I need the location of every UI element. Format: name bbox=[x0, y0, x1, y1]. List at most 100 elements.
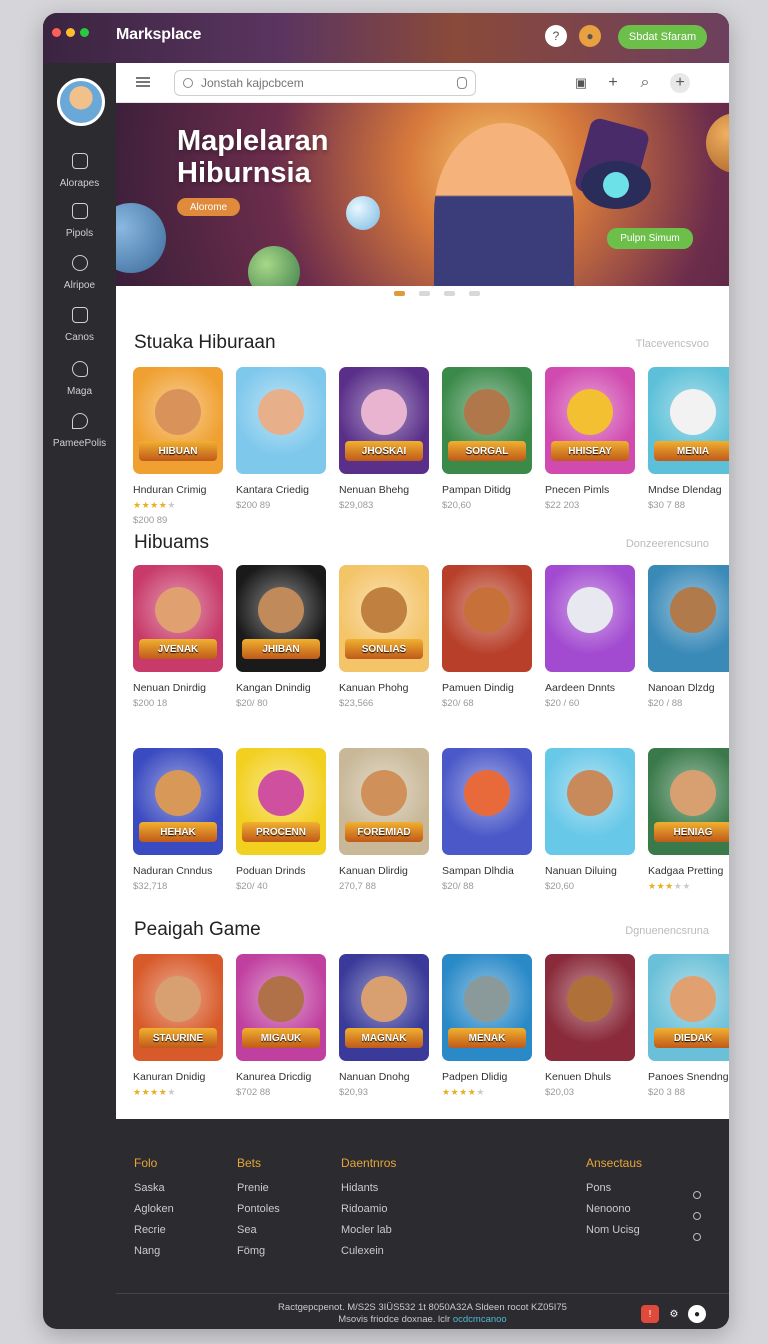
flag-icon[interactable]: ! bbox=[641, 1305, 659, 1323]
game-thumbnail[interactable]: MAGNAK bbox=[339, 954, 429, 1061]
sidebar-item-alorapes[interactable]: Alorapes bbox=[43, 153, 116, 191]
minimize-window-button[interactable] bbox=[66, 28, 75, 37]
game-thumbnail[interactable]: HEHAK bbox=[133, 748, 223, 855]
see-all-link[interactable]: Tlacevencsvoo bbox=[636, 338, 709, 350]
game-card[interactable]: Sampan Dlhdia $20/ 88 bbox=[442, 748, 532, 892]
game-thumbnail[interactable] bbox=[648, 565, 729, 672]
footer-radio[interactable] bbox=[693, 1212, 701, 1220]
game-thumbnail[interactable]: MENIA bbox=[648, 367, 729, 474]
sidebar-item-alripoe[interactable]: Alripoe bbox=[43, 255, 116, 293]
game-name[interactable]: Kangan Dnindig bbox=[236, 682, 326, 694]
sidebar-item-pipols[interactable]: Pipols bbox=[43, 203, 116, 241]
game-name[interactable]: Kenuen Dhuls bbox=[545, 1071, 635, 1083]
game-card[interactable]: JVENAK Nenuan Dnirdig $200 18 bbox=[133, 565, 223, 709]
footer-link[interactable]: Nom Ucisg bbox=[586, 1224, 642, 1236]
footer-radio[interactable] bbox=[693, 1233, 701, 1241]
game-name[interactable]: Kantara Criedig bbox=[236, 484, 326, 496]
mic-icon[interactable] bbox=[457, 77, 467, 89]
game-name[interactable]: Panoes Snendng bbox=[648, 1071, 729, 1083]
game-name[interactable]: Nenuan Dnirdig bbox=[133, 682, 223, 694]
game-card[interactable]: MENAK Padpen Dlidig ★★★★★ bbox=[442, 954, 532, 1098]
game-card[interactable]: JHIBAN Kangan Dnindig $20/ 80 bbox=[236, 565, 326, 709]
gear-icon[interactable]: ⚙ bbox=[665, 1305, 683, 1323]
hero-badge[interactable]: Alorome bbox=[177, 198, 240, 216]
game-name[interactable]: Hnduran Crimig bbox=[133, 484, 223, 496]
sidebar-item-maga[interactable]: Maga bbox=[43, 361, 116, 399]
search-icon[interactable]: ⌕ bbox=[635, 73, 655, 93]
game-card[interactable]: MENIA Mndse Dlendag $30 7 88 bbox=[648, 367, 729, 526]
footer-link[interactable]: Nenoono bbox=[586, 1203, 642, 1215]
game-thumbnail[interactable] bbox=[545, 748, 635, 855]
game-thumbnail[interactable] bbox=[236, 367, 326, 474]
game-card[interactable]: JHOSKAI Nenuan Bhehg $29,083 bbox=[339, 367, 429, 526]
footer-link[interactable]: Sea bbox=[237, 1224, 280, 1236]
start-button[interactable]: Sbdat Sfaram bbox=[618, 25, 707, 49]
game-thumbnail[interactable]: HENIAG bbox=[648, 748, 729, 855]
game-name[interactable]: Kanuan Phohg bbox=[339, 682, 429, 694]
game-name[interactable]: Mndse Dlendag bbox=[648, 484, 729, 496]
game-card[interactable]: Nanoan Dlzdg $20 / 88 bbox=[648, 565, 729, 709]
game-name[interactable]: Padpen Dlidig bbox=[442, 1071, 532, 1083]
game-card[interactable]: MIGAUK Kanurea Dricdig $702 88 bbox=[236, 954, 326, 1098]
add-circle-icon[interactable]: + bbox=[670, 73, 690, 93]
game-thumbnail[interactable]: MIGAUK bbox=[236, 954, 326, 1061]
game-thumbnail[interactable]: DIEDAK bbox=[648, 954, 729, 1061]
game-name[interactable]: Sampan Dlhdia bbox=[442, 865, 532, 877]
user-icon[interactable]: ● bbox=[688, 1305, 706, 1323]
footer-link[interactable]: Fömg bbox=[237, 1245, 280, 1257]
menu-icon[interactable] bbox=[136, 77, 150, 87]
hero-cta-button[interactable]: Pulpn Simum bbox=[607, 228, 693, 249]
sidebar-item-pameepolis[interactable]: PameePolis bbox=[43, 413, 116, 451]
close-window-button[interactable] bbox=[52, 28, 61, 37]
sidebar-item-canos[interactable]: Canos bbox=[43, 307, 116, 345]
game-name[interactable]: Pnecen Pimls bbox=[545, 484, 635, 496]
avatar[interactable] bbox=[57, 78, 105, 126]
game-name[interactable]: Nanuan Dnohg bbox=[339, 1071, 429, 1083]
carousel-dot[interactable] bbox=[443, 291, 455, 296]
footer-link[interactable]: Pons bbox=[586, 1182, 642, 1194]
game-thumbnail[interactable] bbox=[442, 565, 532, 672]
game-name[interactable]: Aardeen Dnnts bbox=[545, 682, 635, 694]
search-input[interactable] bbox=[201, 74, 451, 92]
game-card[interactable]: Aardeen Dnnts $20 / 60 bbox=[545, 565, 635, 709]
footer-link[interactable]: Saska bbox=[134, 1182, 174, 1194]
game-card[interactable]: HHISEAY Pnecen Pimls $22 203 bbox=[545, 367, 635, 526]
see-all-link[interactable]: Donzeerencsuno bbox=[626, 538, 709, 550]
see-all-link[interactable]: Dgnuenencsruna bbox=[625, 925, 709, 937]
game-name[interactable]: Kadgaa Pretting bbox=[648, 865, 729, 877]
game-card[interactable]: HIBUAN Hnduran Crimig ★★★★★ $200 89 bbox=[133, 367, 223, 526]
game-thumbnail[interactable]: STAURINE bbox=[133, 954, 223, 1061]
game-name[interactable]: Kanurea Dricdig bbox=[236, 1071, 326, 1083]
game-card[interactable]: MAGNAK Nanuan Dnohg $20,93 bbox=[339, 954, 429, 1098]
game-thumbnail[interactable]: HHISEAY bbox=[545, 367, 635, 474]
footer-link[interactable]: Nang bbox=[134, 1245, 174, 1257]
game-name[interactable]: Kanuran Dnidig bbox=[133, 1071, 223, 1083]
plus-icon[interactable]: + bbox=[603, 73, 623, 93]
footer-link[interactable]: Hidants bbox=[341, 1182, 396, 1194]
game-card[interactable]: SONLIAS Kanuan Phohg $23,566 bbox=[339, 565, 429, 709]
game-thumbnail[interactable]: HIBUAN bbox=[133, 367, 223, 474]
carousel-dot[interactable] bbox=[393, 291, 405, 296]
footer-link[interactable]: Pontoles bbox=[237, 1203, 280, 1215]
footer-link[interactable]: Prenie bbox=[237, 1182, 280, 1194]
footer-radio[interactable] bbox=[693, 1191, 701, 1199]
game-thumbnail[interactable]: JHIBAN bbox=[236, 565, 326, 672]
user-icon[interactable]: ● bbox=[579, 25, 601, 47]
game-card[interactable]: STAURINE Kanuran Dnidig ★★★★★ bbox=[133, 954, 223, 1098]
copyright-link[interactable]: ocdcmcanoo bbox=[453, 1314, 507, 1325]
game-name[interactable]: Nanoan Dlzdg bbox=[648, 682, 729, 694]
hero-banner[interactable]: Maplelaran Hiburnsia Alorome Pulpn Simum bbox=[116, 103, 729, 286]
game-card[interactable]: Pamuen Dindig $20/ 68 bbox=[442, 565, 532, 709]
game-card[interactable]: HENIAG Kadgaa Pretting ★★★★★ bbox=[648, 748, 729, 892]
game-thumbnail[interactable]: JVENAK bbox=[133, 565, 223, 672]
game-name[interactable]: Naduran Cnndus bbox=[133, 865, 223, 877]
game-card[interactable]: HEHAK Naduran Cnndus $32,718 bbox=[133, 748, 223, 892]
game-thumbnail[interactable] bbox=[545, 565, 635, 672]
cart-icon[interactable]: ▣ bbox=[571, 73, 591, 93]
game-thumbnail[interactable]: FOREMIAD bbox=[339, 748, 429, 855]
carousel-dot[interactable] bbox=[468, 291, 480, 296]
game-card[interactable]: Kantara Criedig $200 89 bbox=[236, 367, 326, 526]
game-thumbnail[interactable]: MENAK bbox=[442, 954, 532, 1061]
game-thumbnail[interactable] bbox=[442, 748, 532, 855]
help-icon[interactable]: ? bbox=[545, 25, 567, 47]
